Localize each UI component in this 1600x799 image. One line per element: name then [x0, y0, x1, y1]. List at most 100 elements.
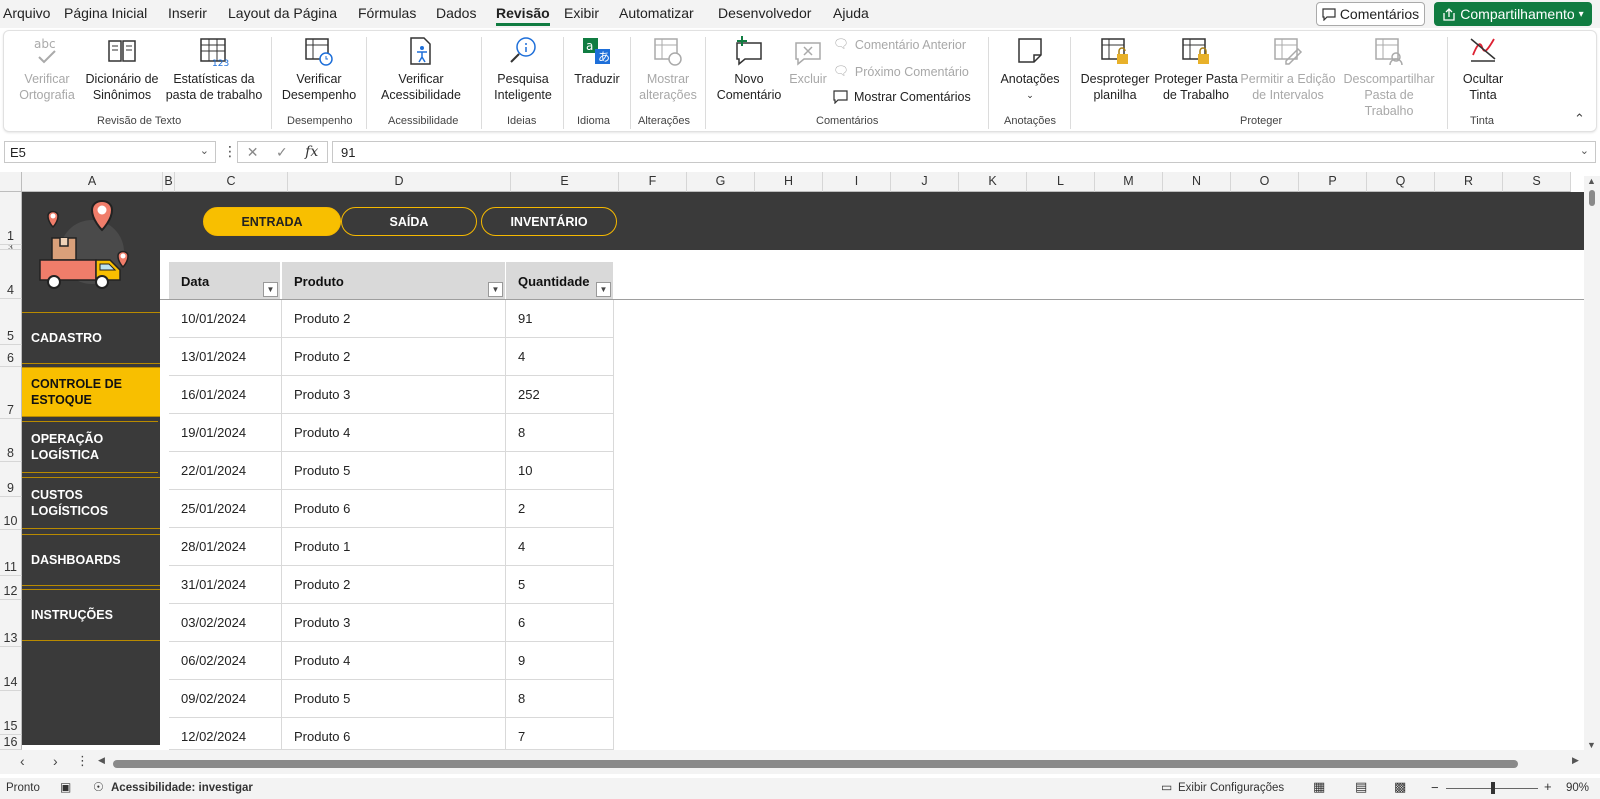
- tab-formulas[interactable]: Fórmulas: [358, 5, 416, 21]
- normal-view-icon[interactable]: ▦: [1313, 779, 1325, 795]
- table-cell-produto[interactable]: Produto 3: [282, 604, 506, 642]
- column-header[interactable]: F: [619, 172, 687, 192]
- comments-button[interactable]: Comentários: [1316, 2, 1425, 26]
- pesquisa-inteligente-button[interactable]: Pesquisa Inteligente: [487, 35, 559, 103]
- scroll-down-icon[interactable]: ▼: [1587, 740, 1596, 750]
- ocultar-tinta-button[interactable]: Ocultar Tinta: [1454, 35, 1512, 103]
- cancel-icon[interactable]: ✕: [247, 144, 259, 161]
- table-cell-data[interactable]: 31/01/2024: [169, 566, 282, 604]
- collapse-ribbon-icon[interactable]: ⌃: [1574, 111, 1585, 127]
- row-header[interactable]: 12: [0, 576, 22, 600]
- excluir-button[interactable]: Excluir: [788, 35, 828, 87]
- row-header[interactable]: 1: [0, 192, 22, 245]
- table-cell-data[interactable]: 06/02/2024: [169, 642, 282, 680]
- column-header[interactable]: I: [823, 172, 891, 192]
- table-cell-quantidade[interactable]: 8: [506, 414, 614, 452]
- anotacoes-button[interactable]: Anotações ⌄: [994, 35, 1066, 103]
- nav-pill-entrada[interactable]: ENTRADA: [203, 207, 341, 236]
- table-cell-quantidade[interactable]: 4: [506, 528, 614, 566]
- display-settings-button[interactable]: Exibir Configurações: [1178, 782, 1284, 794]
- more-sheets-icon[interactable]: ⋮: [76, 753, 89, 769]
- formula-input[interactable]: 91 ⌄: [332, 141, 1596, 163]
- select-all-corner[interactable]: [0, 172, 22, 192]
- column-header[interactable]: A: [22, 172, 163, 192]
- table-cell-data[interactable]: 13/01/2024: [169, 338, 282, 376]
- zoom-slider[interactable]: [1446, 782, 1538, 794]
- table-cell-data[interactable]: 03/02/2024: [169, 604, 282, 642]
- chevron-down-icon[interactable]: ⌄: [200, 144, 209, 157]
- verificar-desempenho-button[interactable]: Verificar Desempenho: [279, 35, 359, 103]
- desproteger-planilha-button[interactable]: Desproteger planilha: [1077, 35, 1153, 103]
- nav-pill-saida[interactable]: SAÍDA: [341, 207, 477, 236]
- tab-revisao[interactable]: Revisão: [496, 5, 550, 26]
- comentario-anterior-button[interactable]: 🗨 Comentário Anterior: [833, 37, 966, 52]
- tab-arquivo[interactable]: Arquivo: [3, 5, 50, 21]
- zoom-in-icon[interactable]: +: [1544, 779, 1552, 794]
- expand-formula-icon[interactable]: ⌄: [1580, 144, 1589, 157]
- column-header[interactable]: L: [1027, 172, 1095, 192]
- table-cell-quantidade[interactable]: 10: [506, 452, 614, 490]
- column-header[interactable]: J: [891, 172, 959, 192]
- side-nav-controle-estoque[interactable]: CONTROLE DE ESTOQUE: [22, 367, 160, 417]
- table-cell-data[interactable]: 19/01/2024: [169, 414, 282, 452]
- table-cell-quantidade[interactable]: 8: [506, 680, 614, 718]
- table-cell-quantidade[interactable]: 7: [506, 718, 614, 750]
- table-cell-quantidade[interactable]: 91: [506, 300, 614, 338]
- column-header[interactable]: N: [1163, 172, 1231, 192]
- zoom-slider-thumb[interactable]: [1491, 782, 1495, 794]
- side-nav-custos-logisticos[interactable]: CUSTOS LOGÍSTICOS: [22, 477, 160, 529]
- tab-layout[interactable]: Layout da Página: [228, 5, 337, 21]
- table-cell-data[interactable]: 22/01/2024: [169, 452, 282, 490]
- table-cell-produto[interactable]: Produto 2: [282, 300, 506, 338]
- row-header[interactable]: 14: [0, 647, 22, 691]
- more-options-icon[interactable]: ⋮: [223, 143, 237, 160]
- column-header[interactable]: G: [687, 172, 755, 192]
- nav-pill-inventario[interactable]: INVENTÁRIO: [481, 207, 617, 236]
- proximo-comentario-button[interactable]: 🗨 Próximo Comentário: [833, 64, 969, 79]
- novo-comentario-button[interactable]: Novo Comentário: [710, 35, 788, 103]
- tab-desenvolvedor[interactable]: Desenvolvedor: [718, 5, 811, 21]
- row-header[interactable]: 7: [0, 367, 22, 419]
- descompartilhar-button[interactable]: Descompartilhar Pasta de Trabalho: [1339, 35, 1439, 119]
- column-header[interactable]: H: [755, 172, 823, 192]
- tab-exibir[interactable]: Exibir: [564, 5, 599, 21]
- row-header[interactable]: 9: [0, 462, 22, 497]
- proteger-pasta-button[interactable]: Proteger Pasta de Trabalho: [1154, 35, 1238, 103]
- mostrar-comentarios-button[interactable]: Mostrar Comentários: [833, 90, 971, 104]
- mostrar-alteracoes-button[interactable]: Mostrar alterações: [635, 35, 701, 103]
- row-header[interactable]: 16: [0, 735, 22, 750]
- row-header[interactable]: 8: [0, 419, 22, 462]
- accessibility-status-icon[interactable]: ☉: [93, 780, 104, 794]
- zoom-out-icon[interactable]: −: [1431, 780, 1439, 795]
- table-cell-data[interactable]: 10/01/2024: [169, 300, 282, 338]
- verificar-acessibilidade-button[interactable]: Verificar Acessibilidade: [371, 35, 471, 103]
- row-header[interactable]: 11: [0, 530, 22, 576]
- vertical-scrollbar[interactable]: ▲ ▼: [1584, 176, 1600, 750]
- prev-sheet-icon[interactable]: ‹: [20, 753, 25, 769]
- table-cell-produto[interactable]: Produto 2: [282, 566, 506, 604]
- estatisticas-button[interactable]: 123 Estatísticas da pasta de trabalho: [164, 35, 264, 103]
- table-cell-quantidade[interactable]: 252: [506, 376, 614, 414]
- tab-automatizar[interactable]: Automatizar: [619, 5, 694, 21]
- column-header[interactable]: D: [288, 172, 511, 192]
- next-sheet-icon[interactable]: ›: [53, 753, 58, 769]
- table-cell-produto[interactable]: Produto 5: [282, 680, 506, 718]
- accessibility-status[interactable]: Acessibilidade: investigar: [111, 782, 253, 794]
- macro-record-icon[interactable]: ▣: [60, 780, 71, 794]
- table-cell-quantidade[interactable]: 9: [506, 642, 614, 680]
- side-nav-cadastro[interactable]: CADASTRO: [22, 312, 160, 364]
- filter-dropdown-icon[interactable]: ▼: [596, 282, 611, 297]
- table-cell-data[interactable]: 09/02/2024: [169, 680, 282, 718]
- row-header[interactable]: 6: [0, 345, 22, 367]
- table-cell-quantidade[interactable]: 6: [506, 604, 614, 642]
- filter-dropdown-icon[interactable]: ▼: [263, 282, 278, 297]
- page-layout-view-icon[interactable]: ▤: [1355, 779, 1367, 795]
- tab-pagina-inicial[interactable]: Página Inicial: [64, 5, 147, 21]
- column-header[interactable]: K: [959, 172, 1027, 192]
- scroll-up-icon[interactable]: ▲: [1587, 176, 1596, 186]
- table-cell-produto[interactable]: Produto 3: [282, 376, 506, 414]
- side-nav-operacao-logistica[interactable]: OPERAÇÃO LOGÍSTICA: [22, 421, 158, 473]
- display-settings-icon[interactable]: ▭: [1161, 780, 1172, 794]
- table-cell-produto[interactable]: Produto 5: [282, 452, 506, 490]
- table-cell-produto[interactable]: Produto 2: [282, 338, 506, 376]
